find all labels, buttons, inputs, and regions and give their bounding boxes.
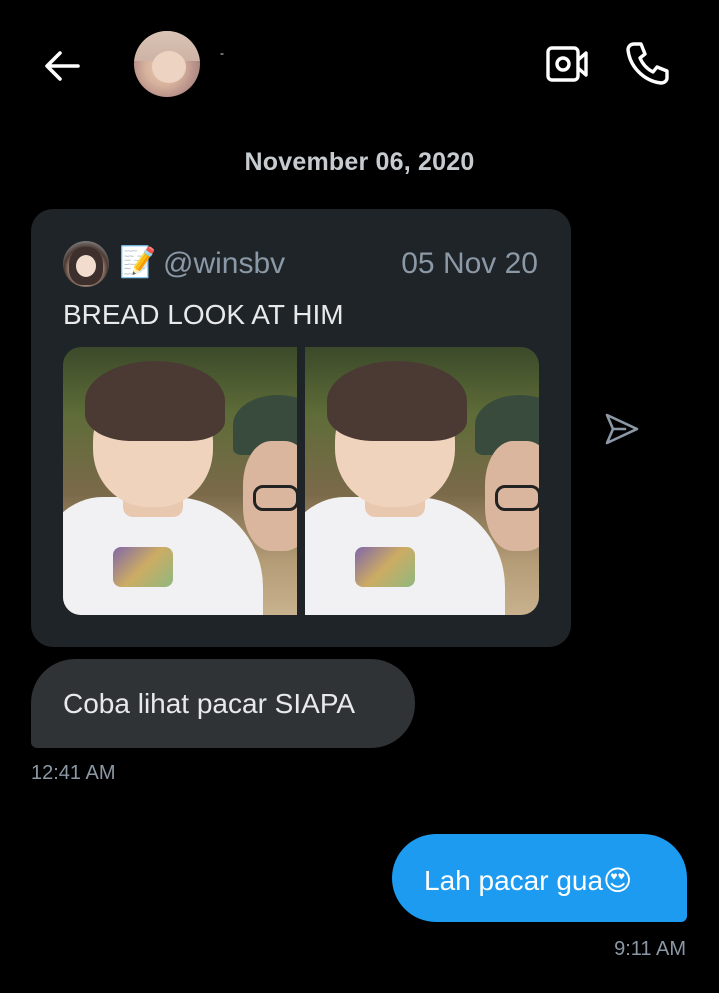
outgoing-message-time: 9:11 AM xyxy=(614,938,686,960)
contact-name[interactable]: - xyxy=(220,46,224,60)
tweet-photo-2[interactable] xyxy=(305,347,539,615)
date-separator: November 06, 2020 xyxy=(244,148,475,176)
shared-tweet-card[interactable]: 📝 @winsbv 05 Nov 20 BREAD LOOK AT HIM xyxy=(31,209,571,647)
incoming-message-time: 12:41 AM xyxy=(31,762,116,784)
back-arrow-icon[interactable] xyxy=(40,44,84,88)
outgoing-message-bubble[interactable]: Lah pacar gua😍 xyxy=(392,834,687,922)
video-camera-icon[interactable] xyxy=(542,40,592,88)
tweet-text: BREAD LOOK AT HIM xyxy=(63,299,344,330)
tweet-date: 05 Nov 20 xyxy=(401,247,538,280)
send-icon[interactable] xyxy=(603,411,641,447)
outgoing-message-text: Lah pacar gua😍 xyxy=(424,865,633,896)
tweet-author-handle[interactable]: @winsbv xyxy=(163,247,285,281)
conversation-header: - xyxy=(0,0,719,130)
contact-avatar[interactable] xyxy=(134,31,200,97)
memo-emoji: 📝 xyxy=(119,246,157,279)
tweet-author-avatar[interactable] xyxy=(63,241,109,287)
phone-icon[interactable] xyxy=(622,38,672,88)
incoming-message-bubble[interactable]: Coba lihat pacar SIAPA xyxy=(31,659,415,748)
incoming-message-text: Coba lihat pacar SIAPA xyxy=(63,688,356,719)
tweet-photo-1[interactable] xyxy=(63,347,297,615)
